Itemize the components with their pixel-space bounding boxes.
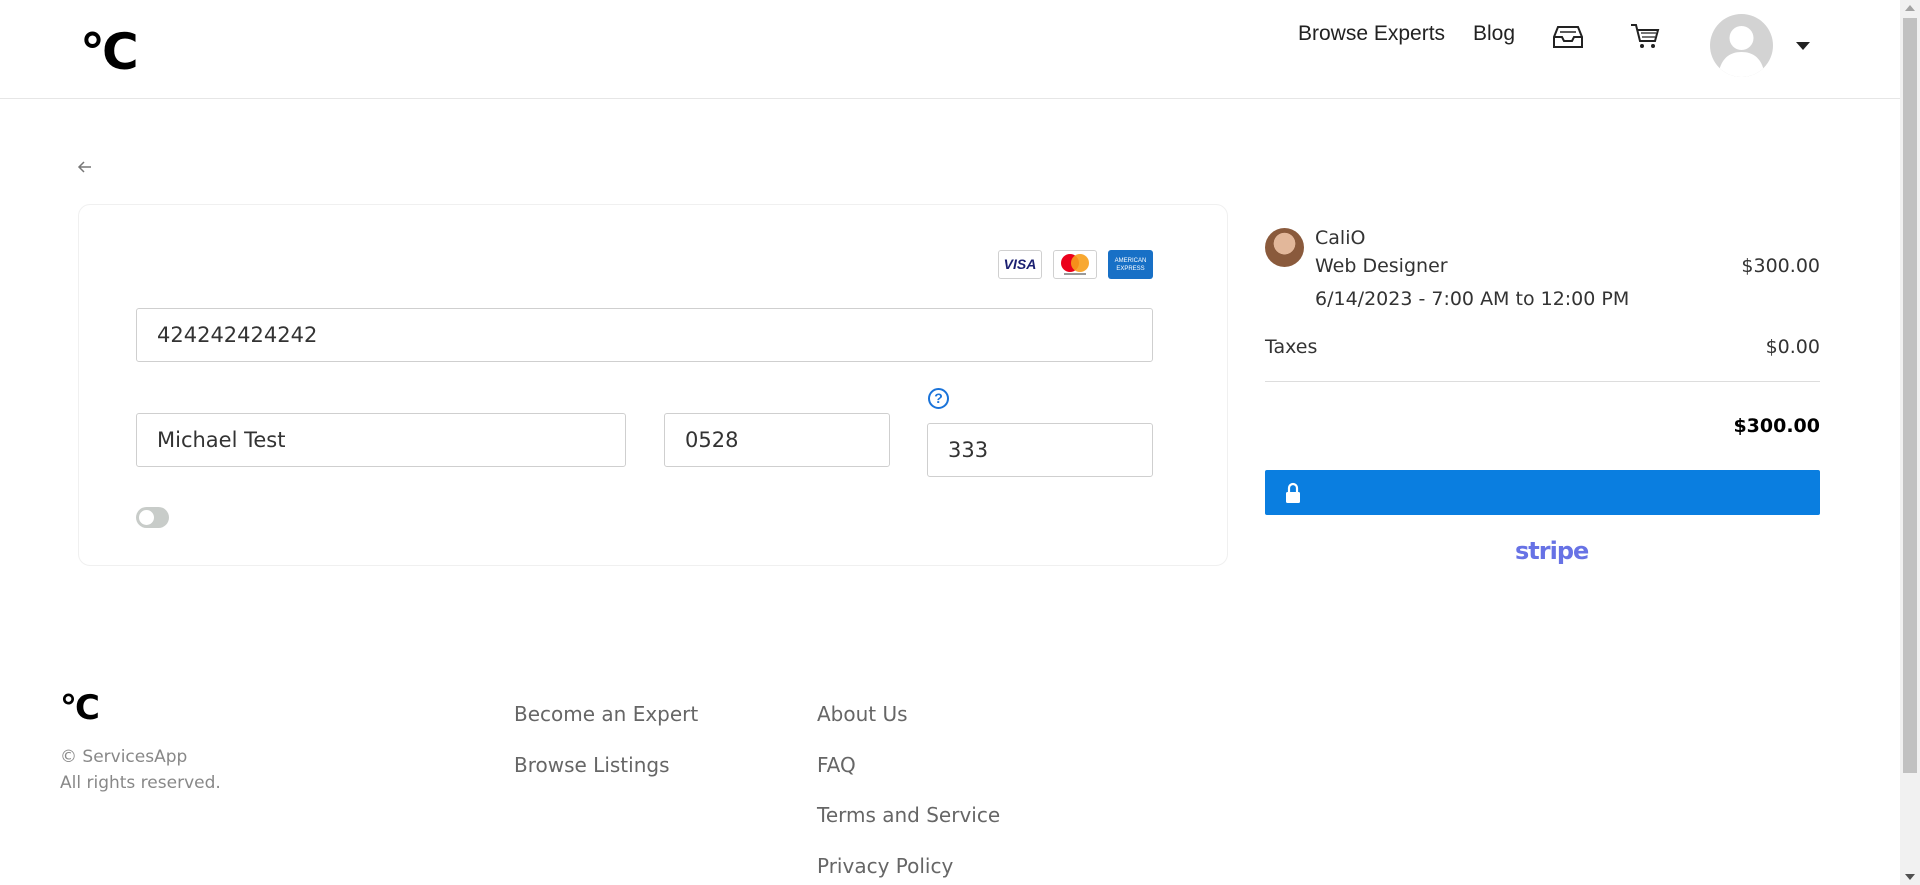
nav-blog[interactable]: Blog xyxy=(1473,22,1515,46)
taxes-label: Taxes xyxy=(1265,336,1318,358)
card-number-input[interactable]: 424242424242 xyxy=(136,308,1153,362)
mastercard-logo xyxy=(1053,250,1097,279)
back-arrow-icon[interactable] xyxy=(76,158,94,176)
footer-link-become-expert[interactable]: Become an Expert xyxy=(514,702,698,726)
expert-avatar xyxy=(1265,228,1304,267)
nav-browse-experts[interactable]: Browse Experts xyxy=(1298,22,1445,46)
footer-link-about-us[interactable]: About Us xyxy=(817,702,908,726)
expiry-input[interactable]: 0528 xyxy=(664,413,890,467)
site-logo[interactable]: °C xyxy=(80,22,139,82)
top-header: °C Browse Experts Blog xyxy=(0,0,1900,99)
stripe-logo: stripe xyxy=(1515,537,1589,565)
service-price: $300.00 xyxy=(1741,255,1820,277)
cart-icon[interactable] xyxy=(1630,22,1660,50)
footer-logo[interactable]: °C xyxy=(60,688,100,728)
inbox-icon[interactable] xyxy=(1552,24,1584,50)
visa-logo: VISA xyxy=(998,250,1042,279)
cvc-input[interactable]: 333 xyxy=(927,423,1153,477)
amex-logo: AMERICAN EXPRESS xyxy=(1108,250,1153,279)
summary-divider xyxy=(1265,381,1820,382)
page-scrollbar[interactable] xyxy=(1900,0,1920,885)
save-card-toggle[interactable] xyxy=(136,507,169,528)
toggle-knob xyxy=(139,510,154,525)
copyright-line: © ServicesApp xyxy=(60,747,188,767)
pay-button[interactable] xyxy=(1265,470,1820,515)
lock-icon xyxy=(1286,482,1300,503)
user-menu-caret-icon[interactable] xyxy=(1796,42,1810,50)
footer-link-faq[interactable]: FAQ xyxy=(817,753,856,777)
footer-copyright: © ServicesApp All rights reserved. xyxy=(60,744,221,796)
service-schedule: 6/14/2023 - 7:00 AM to 12:00 PM xyxy=(1315,288,1630,310)
expert-name: CaliO xyxy=(1315,227,1366,249)
footer-link-browse-listings[interactable]: Browse Listings xyxy=(514,753,670,777)
cvc-help-icon[interactable]: ? xyxy=(928,388,949,409)
scroll-thumb[interactable] xyxy=(1903,18,1917,773)
scroll-down-icon[interactable] xyxy=(1905,874,1915,880)
taxes-value: $0.00 xyxy=(1765,336,1820,358)
user-avatar[interactable] xyxy=(1710,14,1773,77)
footer-link-terms[interactable]: Terms and Service xyxy=(817,803,1000,827)
service-role: Web Designer xyxy=(1315,255,1448,277)
footer-link-privacy[interactable]: Privacy Policy xyxy=(817,854,953,878)
cardholder-name-input[interactable]: Michael Test xyxy=(136,413,626,467)
scroll-up-icon[interactable] xyxy=(1905,5,1915,11)
rights-line: All rights reserved. xyxy=(60,773,221,793)
order-total: $300.00 xyxy=(1733,415,1820,437)
